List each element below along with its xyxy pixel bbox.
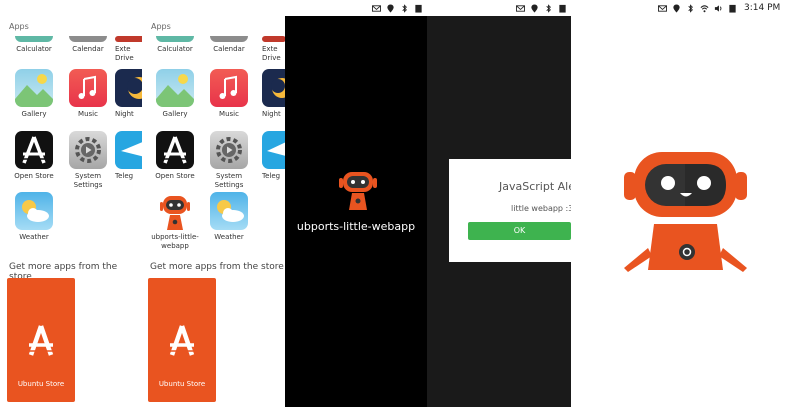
music-icon bbox=[69, 69, 107, 107]
drive-icon bbox=[115, 36, 142, 42]
app-calculator[interactable]: Calculator bbox=[148, 36, 202, 54]
alert-title: JavaScript Ale bbox=[499, 180, 571, 193]
splash-title: ubports-little-webapp bbox=[296, 220, 416, 233]
mail-icon bbox=[658, 4, 667, 12]
app-telegram[interactable]: Teleg bbox=[115, 131, 142, 181]
nightly-icon bbox=[115, 69, 142, 107]
status-icons-4 bbox=[516, 0, 567, 16]
ubuntu-store-tile[interactable]: Ubuntu Store bbox=[148, 278, 216, 402]
nightly-icon bbox=[262, 69, 285, 107]
launcher-panel-1: Apps Calculator Calendar Exte Drive Gall… bbox=[0, 0, 142, 407]
webapp-view bbox=[571, 16, 800, 407]
app-gallery[interactable]: Gallery bbox=[148, 69, 202, 119]
mail-icon bbox=[372, 4, 381, 12]
app-calendar[interactable]: Calendar bbox=[202, 36, 256, 54]
calculator-icon bbox=[156, 36, 194, 42]
calculator-icon bbox=[15, 36, 53, 42]
robot-mascot-icon bbox=[624, 152, 747, 272]
status-icons-3 bbox=[372, 0, 423, 16]
calendar-icon bbox=[69, 36, 107, 42]
app-music[interactable]: Music bbox=[61, 69, 115, 119]
music-icon bbox=[210, 69, 248, 107]
robot-icon bbox=[156, 192, 194, 230]
status-time: 3:14 PM bbox=[744, 3, 781, 13]
apps-section-label: Apps bbox=[151, 22, 171, 31]
gallery-icon bbox=[15, 69, 53, 107]
ubuntu-store-tile[interactable]: Ubuntu Store bbox=[7, 278, 75, 402]
calendar-icon bbox=[210, 36, 248, 42]
gear-icon bbox=[210, 131, 248, 169]
open-store-icon bbox=[156, 131, 194, 169]
battery-icon bbox=[559, 4, 566, 13]
app-system-settings[interactable]: System Settings bbox=[202, 131, 256, 190]
open-store-icon bbox=[15, 131, 53, 169]
launcher-panel-2: Apps Calculator Calendar Exte Drive Gall… bbox=[142, 0, 285, 407]
location-icon bbox=[673, 3, 680, 13]
gallery-icon bbox=[156, 69, 194, 107]
alert-message: little webapp :3) bbox=[511, 204, 571, 213]
wifi-icon bbox=[700, 4, 709, 12]
app-calendar[interactable]: Calendar bbox=[61, 36, 115, 54]
splash-screen: ubports-little-webapp bbox=[285, 16, 427, 407]
app-ubports-little-webapp[interactable]: ubports-little-webapp bbox=[148, 192, 202, 251]
app-open-store[interactable]: Open Store bbox=[7, 131, 61, 181]
telegram-icon bbox=[262, 131, 285, 169]
volume-icon bbox=[714, 4, 722, 12]
drive-icon bbox=[262, 36, 285, 42]
alert-dialog: JavaScript Ale little webapp :3) OK bbox=[449, 159, 571, 262]
store-logo-icon bbox=[169, 325, 195, 356]
app-calculator[interactable]: Calculator bbox=[7, 36, 61, 54]
app-external-drives[interactable]: Exte Drive bbox=[115, 36, 142, 63]
weather-icon bbox=[15, 192, 53, 230]
app-external-drives[interactable]: Exte Drive bbox=[262, 36, 285, 63]
app-music[interactable]: Music bbox=[202, 69, 256, 119]
app-telegram[interactable]: Teleg bbox=[262, 131, 285, 181]
app-open-store[interactable]: Open Store bbox=[148, 131, 202, 181]
app-gallery[interactable]: Gallery bbox=[7, 69, 61, 119]
app-weather[interactable]: Weather bbox=[7, 192, 61, 242]
battery-icon bbox=[729, 4, 736, 13]
telegram-icon bbox=[115, 131, 142, 169]
weather-icon bbox=[210, 192, 248, 230]
app-nightly[interactable]: Night bbox=[115, 69, 142, 119]
store-logo-icon bbox=[28, 325, 54, 356]
location-icon bbox=[531, 3, 538, 13]
bluetooth-icon bbox=[546, 3, 551, 13]
alert-screen: JavaScript Ale little webapp :3) OK bbox=[427, 16, 571, 407]
battery-icon bbox=[415, 4, 422, 13]
apps-section-label: Apps bbox=[9, 22, 29, 31]
app-system-settings[interactable]: System Settings bbox=[61, 131, 115, 190]
app-weather[interactable]: Weather bbox=[202, 192, 256, 242]
mail-icon bbox=[516, 4, 525, 12]
gear-icon bbox=[69, 131, 107, 169]
bluetooth-icon bbox=[688, 3, 693, 13]
ok-button[interactable]: OK bbox=[468, 222, 571, 240]
robot-icon bbox=[339, 172, 377, 210]
store-heading: Get more apps from the store bbox=[150, 262, 284, 272]
bluetooth-icon bbox=[402, 3, 407, 13]
location-icon bbox=[387, 3, 394, 13]
status-icons-5: 3:14 PM bbox=[658, 0, 780, 16]
app-nightly[interactable]: Night bbox=[262, 69, 285, 119]
